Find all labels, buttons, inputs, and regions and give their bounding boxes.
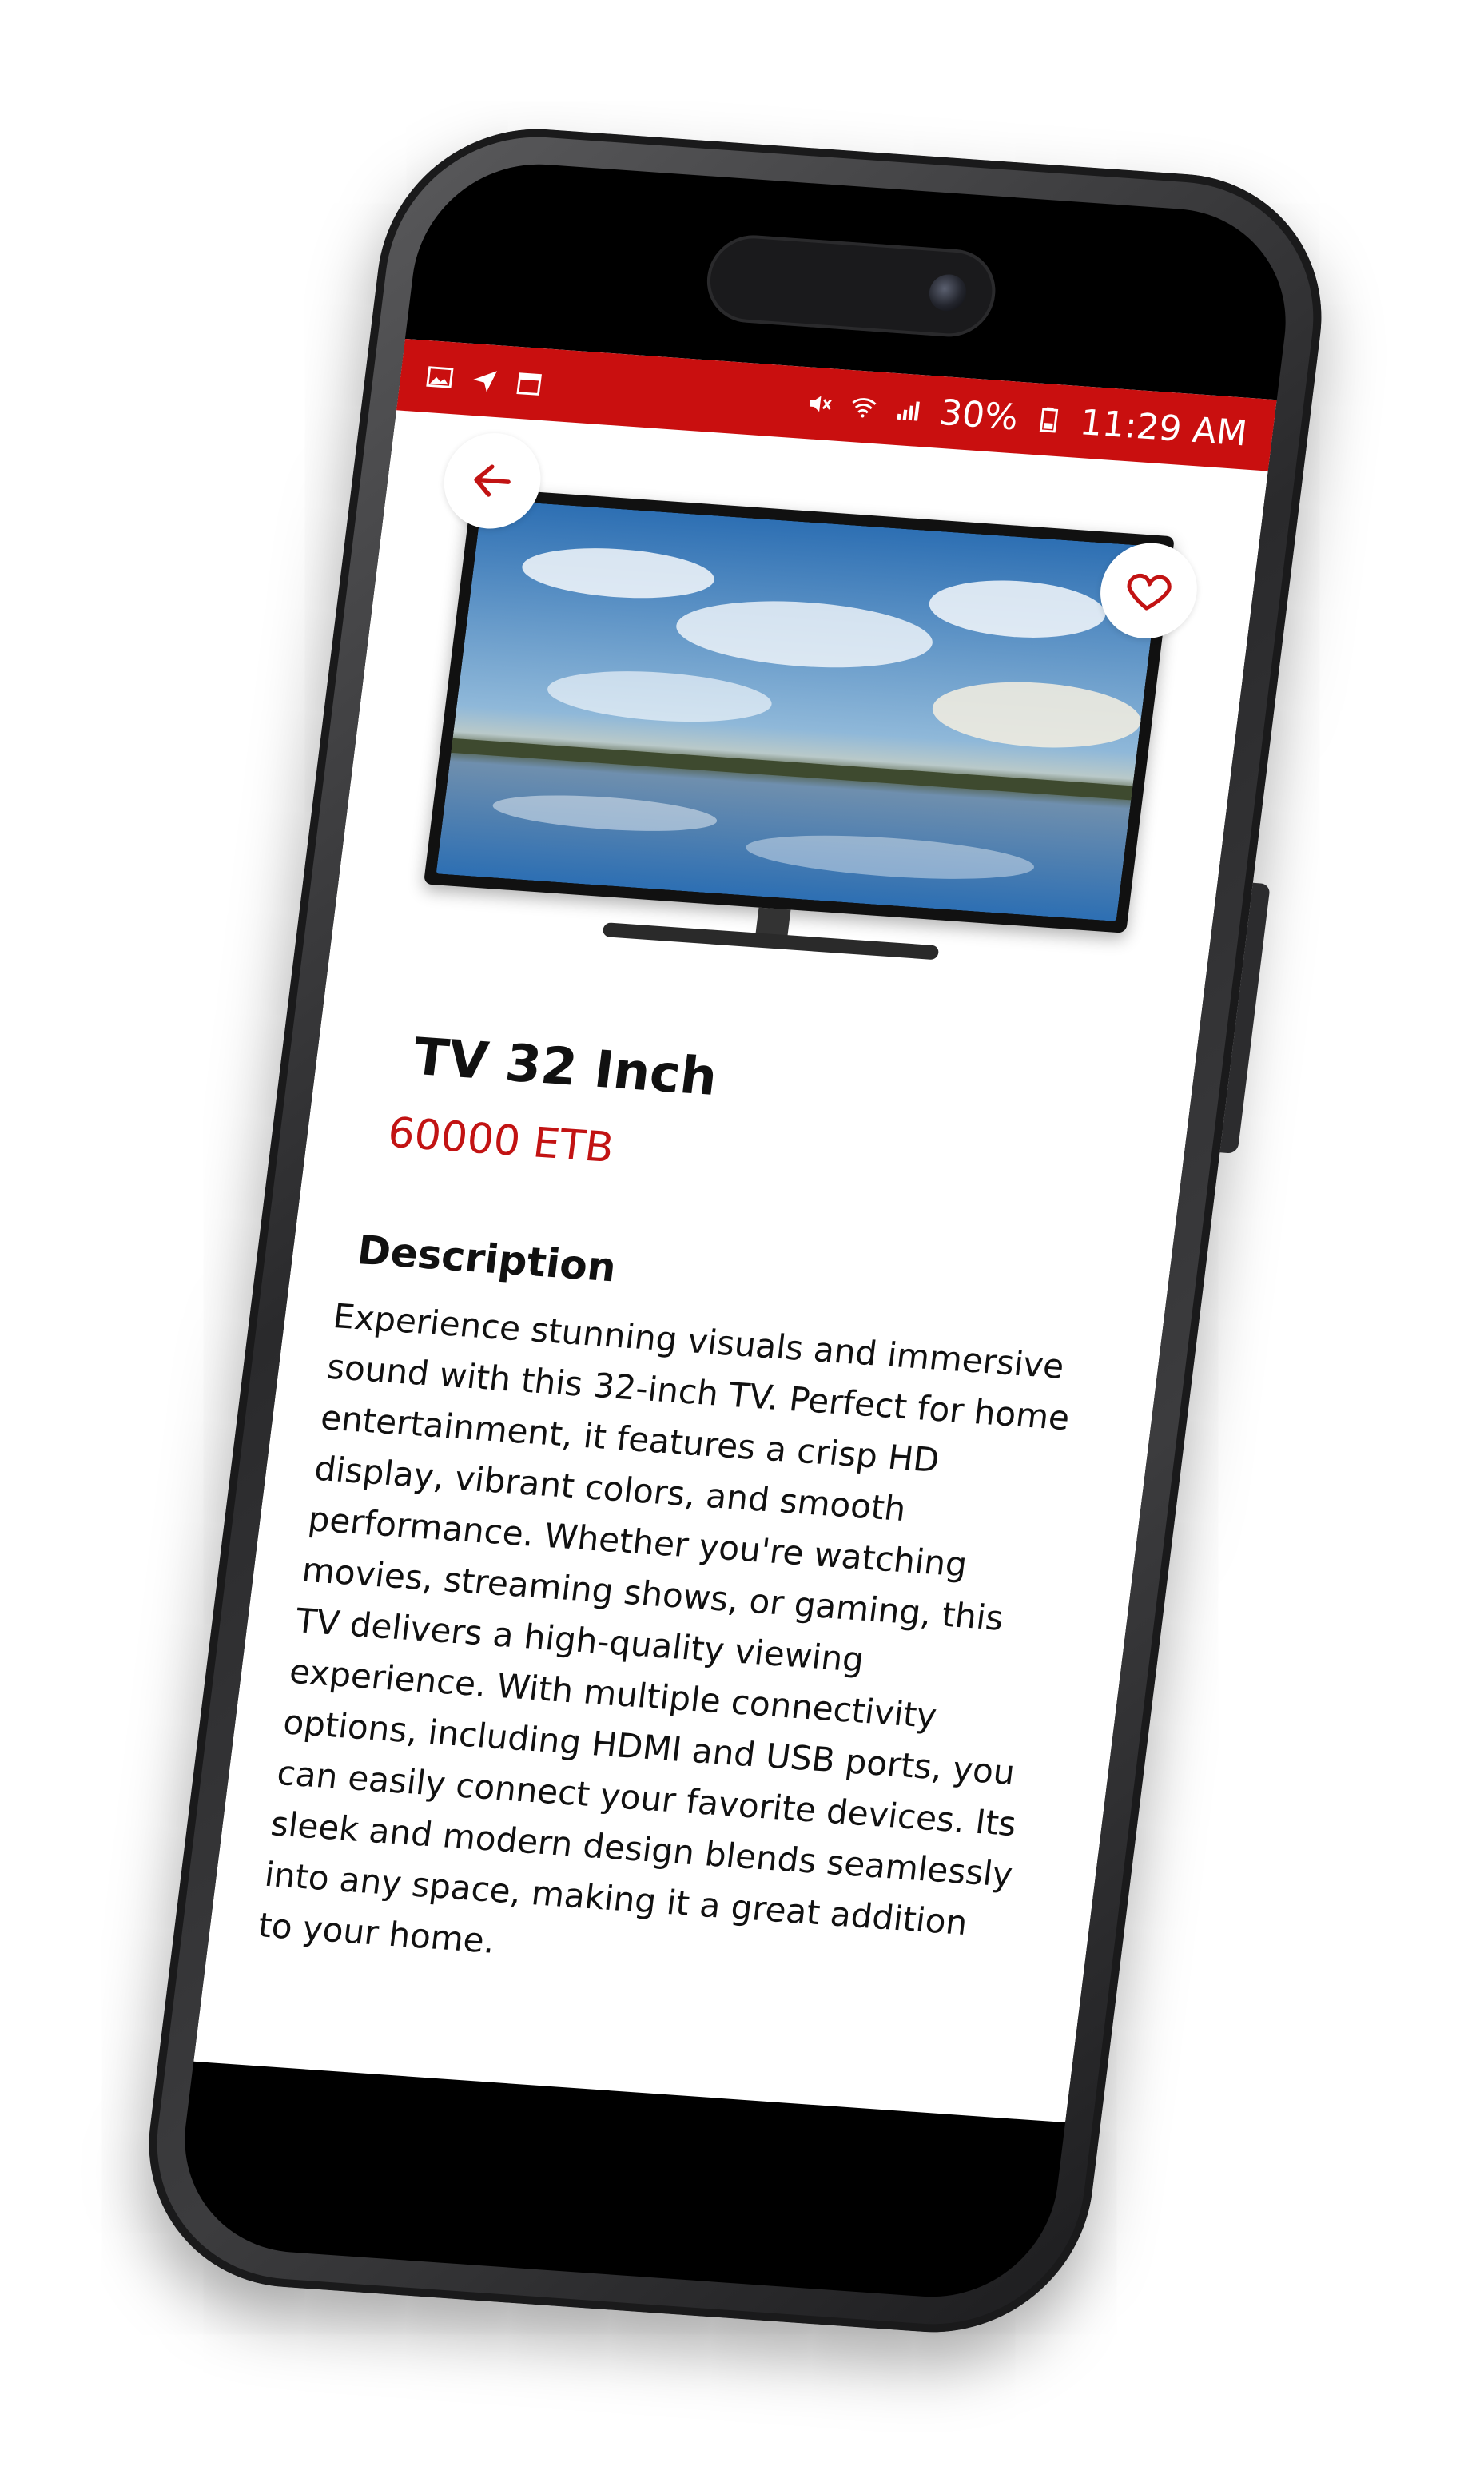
app-screen: 30% 11:29 AM TV 32 Inch 60000 ETB Descri… xyxy=(193,338,1277,2123)
product-image xyxy=(418,487,1175,980)
phone-frame: 30% 11:29 AM TV 32 Inch 60000 ETB Descri… xyxy=(131,118,1339,2343)
calendar-icon xyxy=(516,372,542,396)
status-bar-right: 30% 11:29 AM xyxy=(803,383,1249,454)
tv-screen xyxy=(423,487,1175,933)
battery-icon xyxy=(1039,407,1059,433)
camera-lens xyxy=(927,272,969,312)
status-bar-left xyxy=(424,363,544,398)
signal-icon xyxy=(897,401,921,421)
product-detail: TV 32 Inch 60000 ETB Description Experie… xyxy=(208,418,1267,2008)
arrow-left-icon xyxy=(474,464,511,497)
phone-bezel: 30% 11:29 AM TV 32 Inch 60000 ETB Descri… xyxy=(171,156,1299,2305)
mute-icon xyxy=(810,396,833,412)
product-image-area xyxy=(373,421,1219,1047)
mockup-stage: 30% 11:29 AM TV 32 Inch 60000 ETB Descri… xyxy=(0,0,1484,2474)
battery-percent: 30% xyxy=(937,392,1020,438)
image-icon xyxy=(426,366,454,388)
landscape-picture xyxy=(436,499,1163,921)
dynamic-island xyxy=(702,232,1001,340)
status-time: 11:29 AM xyxy=(1077,401,1250,454)
tv-screen-picture xyxy=(436,499,1163,921)
heart-icon xyxy=(1127,573,1172,611)
product-description: Experience stunning visuals and immersiv… xyxy=(256,1296,1072,1961)
wifi-icon xyxy=(852,398,877,418)
send-icon xyxy=(473,371,498,392)
phone-side-button xyxy=(1219,882,1271,1154)
